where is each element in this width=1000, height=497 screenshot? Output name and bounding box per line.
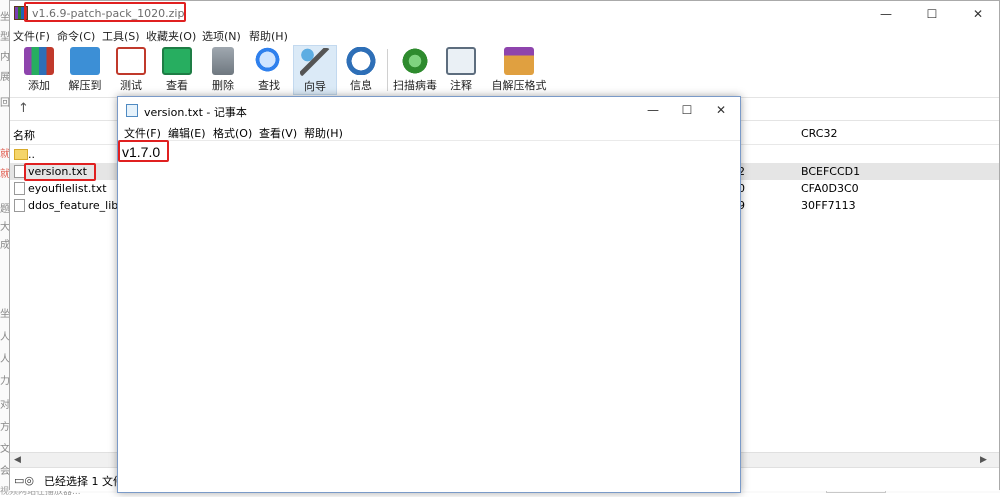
bg-char: 方 [0, 422, 10, 433]
comment-label: 注释 [450, 79, 472, 92]
up-arrow-icon[interactable]: ↑ [18, 101, 29, 116]
drive-icon: ▭◎ [14, 474, 34, 487]
wizard-button[interactable]: 向导 [293, 45, 337, 95]
delete-button[interactable]: 删除 [201, 45, 245, 95]
wizard-label: 向导 [304, 80, 326, 93]
bg-char: 就 [0, 149, 10, 160]
status-text: 已经选择 1 文件 [44, 475, 124, 488]
winrar-title-bar[interactable]: v1.6.9-patch-pack_1020.zip — ☐ ✕ [10, 1, 999, 27]
sfx-label: 自解压格式 [491, 79, 547, 92]
notepad-text-area[interactable]: v1.7.0 [118, 140, 740, 494]
bg-char: 展 [0, 72, 10, 83]
scroll-left-arrow-icon[interactable]: ◀ [14, 455, 21, 465]
menu-commands[interactable]: 命令(C) [57, 28, 95, 44]
bg-char: 人 [0, 354, 10, 365]
notepad-window: version.txt - 记事本 — ☐ ✕ 文件(F) 编辑(E) 格式(O… [117, 96, 741, 493]
find-button[interactable]: 查找 [247, 45, 291, 95]
menu-favorites[interactable]: 收藏夹(O) [146, 28, 196, 44]
info-button[interactable]: 信息 [339, 45, 383, 95]
folder-extract-icon [70, 47, 100, 75]
magnifier-icon [254, 47, 284, 75]
add-label: 添加 [28, 79, 50, 92]
menu-options[interactable]: 选项(N) [202, 28, 241, 44]
winrar-toolbar: 添加 解压到 测试 查看 删除 查找 向导 信息 扫描病毒 注释 自解压格式 [10, 43, 999, 95]
maximize-button[interactable]: ☐ [909, 1, 955, 27]
test-button[interactable]: 测试 [109, 45, 153, 95]
title-highlight-box [24, 2, 186, 22]
background-side-text: 坐 型 内 展 回 题 大 成 就 就 坐 人 人 力 对 方 文 会 [0, 0, 10, 493]
column-crc32-header[interactable]: CRC32 [801, 127, 837, 140]
info-label: 信息 [350, 79, 372, 92]
view-label: 查看 [166, 79, 188, 92]
comment-button[interactable]: 注释 [439, 45, 483, 95]
close-button[interactable]: ✕ [955, 1, 1000, 27]
column-name-header[interactable]: 名称 [13, 127, 35, 143]
menu-tools[interactable]: 工具(S) [102, 28, 140, 44]
menu-file[interactable]: 文件(F) [13, 28, 50, 44]
find-label: 查找 [258, 79, 280, 92]
menu-help[interactable]: 帮助(H) [249, 28, 288, 44]
bg-char: 回 [0, 98, 10, 109]
extract-to-button[interactable]: 解压到 [63, 45, 107, 95]
bg-char: 就 [0, 169, 10, 180]
notepad-title-bar[interactable]: version.txt - 记事本 — ☐ ✕ [118, 97, 740, 124]
file-crc: 30FF7113 [801, 199, 856, 212]
text-file-icon [14, 182, 25, 195]
file-crc: BCEFCCD1 [801, 165, 861, 178]
bg-char: 大 [0, 222, 10, 233]
info-icon [346, 47, 376, 75]
notepad-menu-help[interactable]: 帮助(H) [304, 125, 343, 141]
scroll-right-arrow-icon[interactable]: ▶ [980, 455, 987, 465]
bg-char: 题 [0, 204, 10, 215]
bg-char: 会 [0, 466, 10, 477]
checklist-icon [116, 47, 146, 75]
bg-char: 人 [0, 332, 10, 343]
file-name: .. [28, 148, 35, 161]
sfx-box-icon [504, 47, 534, 75]
bg-char: 成 [0, 240, 10, 251]
folder-icon [14, 149, 28, 160]
minimize-button[interactable]: — [863, 1, 909, 27]
sfx-button[interactable]: 自解压格式 [488, 45, 550, 95]
scan-virus-label: 扫描病毒 [393, 79, 437, 92]
delete-label: 删除 [212, 79, 234, 92]
file-name: eyoufilelist.txt [28, 182, 107, 195]
notepad-menu-edit[interactable]: 编辑(E) [168, 125, 206, 141]
bg-char: 型 [0, 32, 10, 43]
view-button[interactable]: 查看 [155, 45, 199, 95]
comment-icon [446, 47, 476, 75]
bg-char: 内 [0, 52, 10, 63]
extract-to-label: 解压到 [68, 79, 102, 92]
books-icon [24, 47, 54, 75]
notepad-window-title: version.txt - 记事本 [144, 106, 247, 119]
file-crc: CFA0D3C0 [801, 182, 859, 195]
bg-char: 力 [0, 376, 10, 387]
notepad-menu-view[interactable]: 查看(V) [259, 125, 297, 141]
notepad-menu-format[interactable]: 格式(O) [213, 125, 252, 141]
winrar-menu-bar: 文件(F) 命令(C) 工具(S) 收藏夹(O) 选项(N) 帮助(H) [10, 27, 999, 43]
add-button[interactable]: 添加 [17, 45, 61, 95]
notepad-close-button[interactable]: ✕ [704, 97, 738, 124]
notepad-maximize-button[interactable]: ☐ [670, 97, 704, 124]
toolbar-separator [387, 49, 388, 91]
content-highlight-box [118, 140, 169, 162]
bg-char: 坐 [0, 12, 10, 23]
virus-icon [400, 47, 430, 75]
bg-char: 坐 [0, 309, 10, 320]
test-label: 测试 [120, 79, 142, 92]
trash-icon [212, 47, 234, 75]
bg-char: 文 [0, 444, 10, 455]
file-highlight-box [24, 163, 96, 181]
text-file-icon [14, 199, 25, 212]
notepad-menu-bar: 文件(F) 编辑(E) 格式(O) 查看(V) 帮助(H) [118, 124, 740, 140]
wand-icon [300, 48, 330, 76]
notepad-minimize-button[interactable]: — [636, 97, 670, 124]
bg-char: 对 [0, 400, 10, 411]
notepad-menu-file[interactable]: 文件(F) [124, 125, 161, 141]
book-view-icon [162, 47, 192, 75]
notepad-icon [126, 104, 138, 117]
scan-virus-button[interactable]: 扫描病毒 [393, 45, 437, 95]
